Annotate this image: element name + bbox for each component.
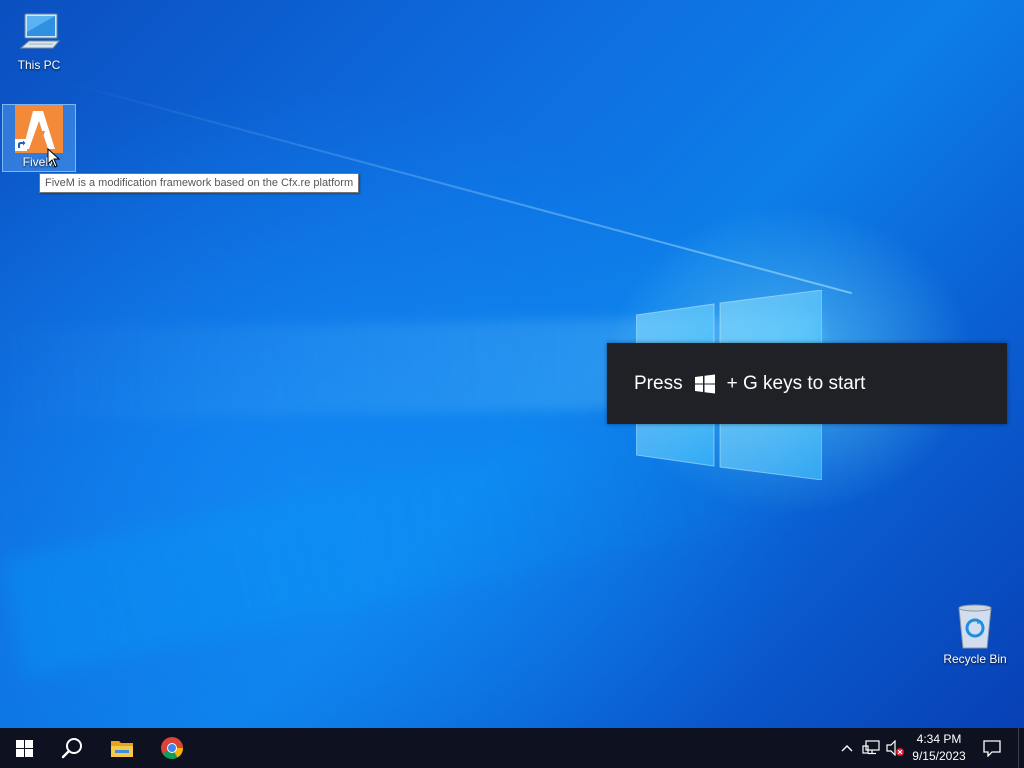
shortcut-arrow-icon <box>15 139 27 151</box>
tooltip: FiveM is a modification framework based … <box>39 173 360 193</box>
game-bar-toast: Press + G keys to start <box>607 343 1007 424</box>
toast-text-press: Press <box>634 372 683 394</box>
chrome-icon <box>161 737 183 759</box>
mouse-cursor-icon <box>47 148 61 168</box>
fivem-icon <box>15 105 63 153</box>
desktop-icon-label: Recycle Bin <box>943 652 1007 666</box>
desktop-icon-fivem[interactable]: FiveM <box>2 104 76 172</box>
folder-icon <box>111 741 133 757</box>
desktop-background: This PC FiveM Recycle Bin FiveM is a mod… <box>0 0 1024 728</box>
chrome-button[interactable] <box>148 728 196 768</box>
network-icon <box>862 740 880 755</box>
taskbar: 4:34 PM 9/15/2023 <box>0 728 1024 768</box>
clock-date: 9/15/2023 <box>912 749 966 763</box>
chevron-up-icon <box>841 745 853 752</box>
show-hidden-icons-button[interactable] <box>838 728 856 768</box>
show-desktop-button[interactable] <box>1018 728 1024 768</box>
desktop-icon-label: FiveM <box>22 155 56 169</box>
windows-key-icon <box>694 374 715 393</box>
start-button[interactable] <box>0 728 48 768</box>
computer-icon <box>15 8 63 56</box>
action-center-icon <box>983 739 1001 757</box>
action-center-button[interactable] <box>976 728 1008 768</box>
file-explorer-button[interactable] <box>98 728 146 768</box>
search-icon <box>61 738 82 759</box>
desktop-icon-recycle-bin[interactable]: Recycle Bin <box>938 602 1012 666</box>
clock-time: 4:34 PM <box>916 732 962 746</box>
desktop-icon-label: This PC <box>17 58 61 72</box>
recycle-bin-icon <box>951 602 999 650</box>
volume-muted-icon <box>886 740 904 756</box>
taskbar-clock[interactable]: 4:34 PM 9/15/2023 <box>906 728 972 768</box>
volume-tray-button[interactable] <box>884 728 906 768</box>
search-button[interactable] <box>48 728 96 768</box>
network-tray-button[interactable] <box>860 728 882 768</box>
desktop-icon-this-pc[interactable]: This PC <box>2 8 76 72</box>
windows-start-icon <box>15 739 33 757</box>
toast-text-keys: + G keys to start <box>726 372 866 394</box>
